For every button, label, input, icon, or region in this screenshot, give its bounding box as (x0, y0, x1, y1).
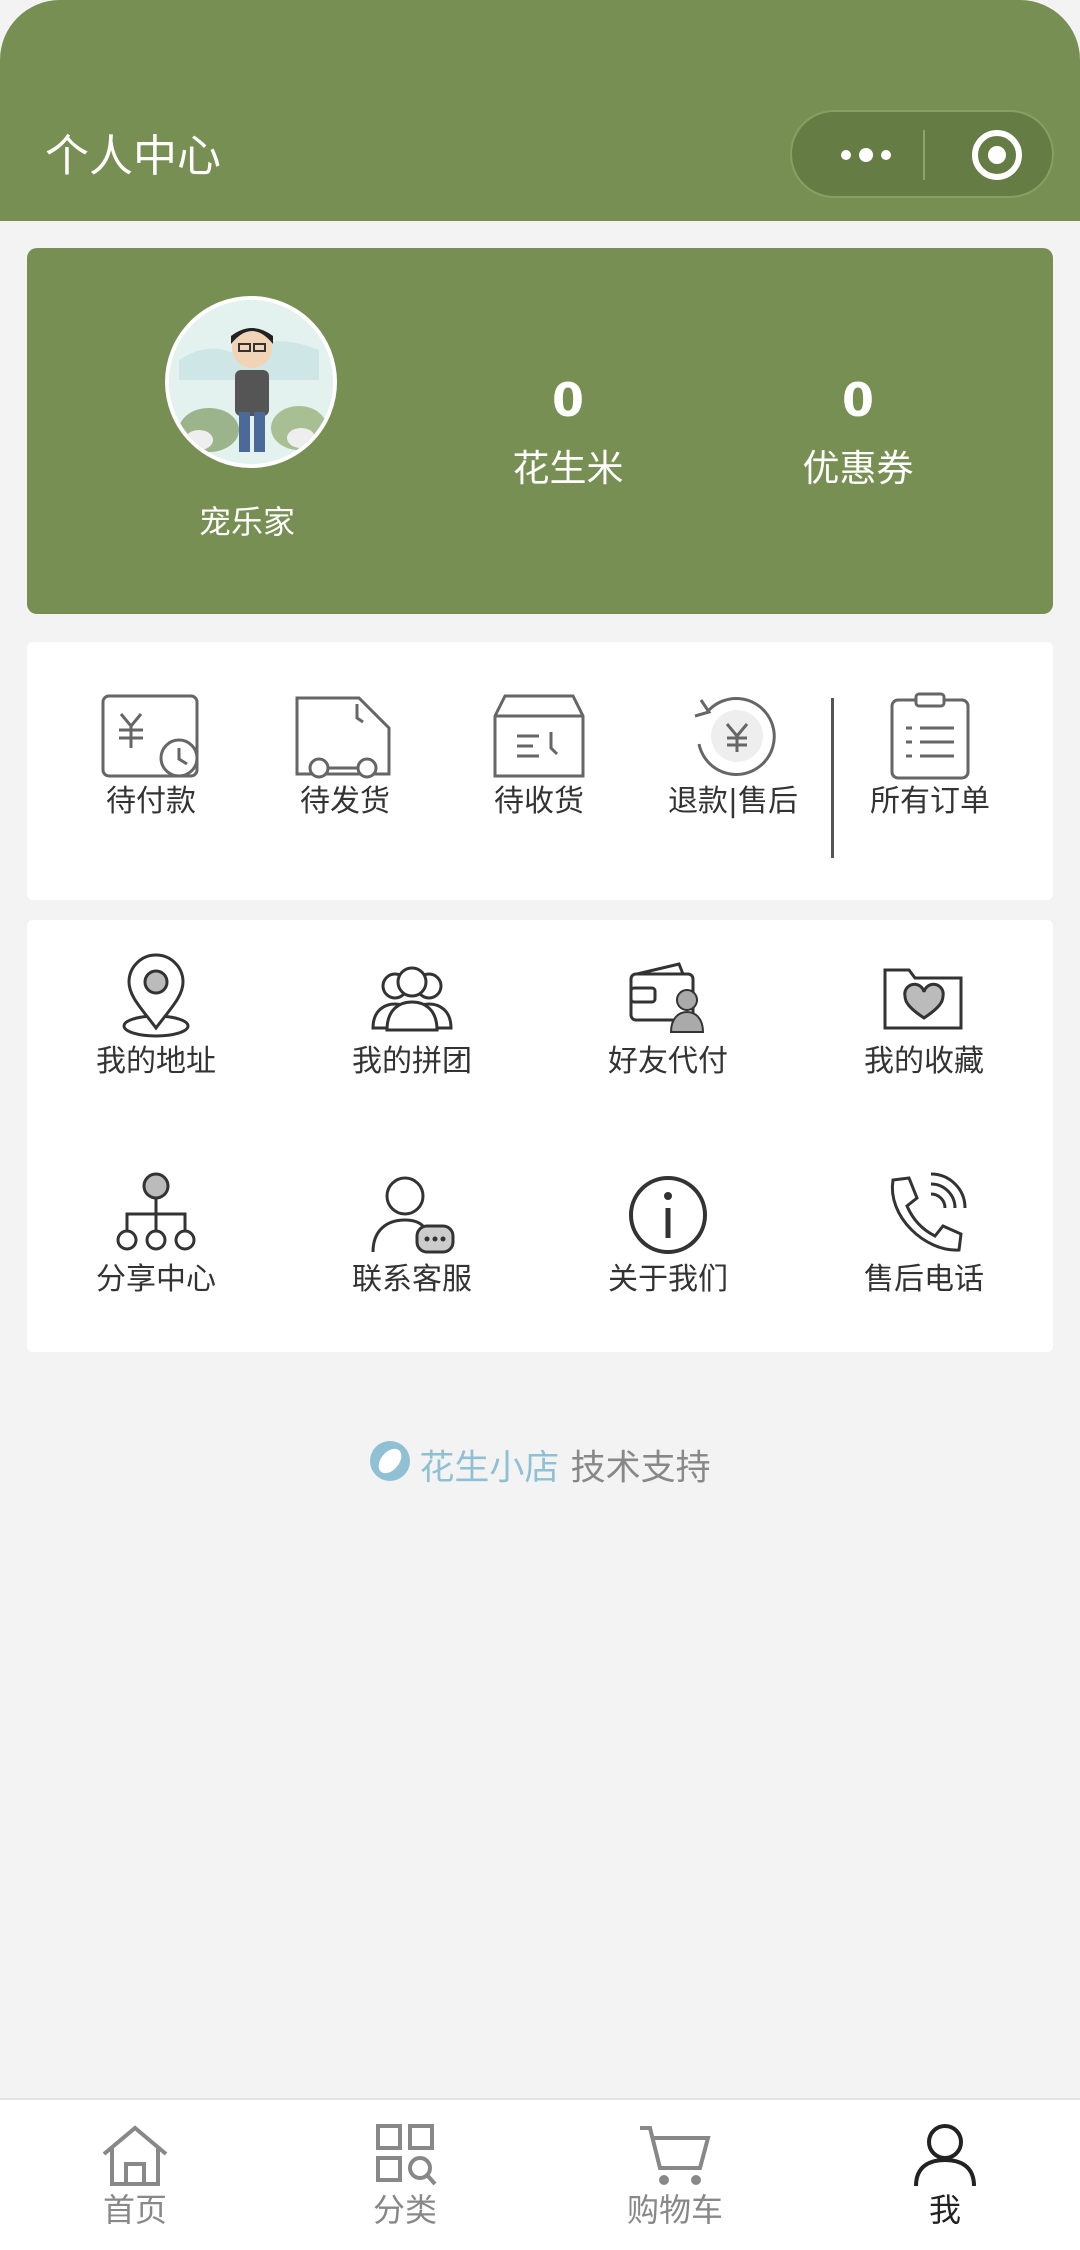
pending-shipment-icon (250, 692, 440, 782)
coupon-label[interactable]: 优惠券 (738, 444, 978, 494)
share-tree-icon (36, 1170, 276, 1260)
tech-support: 花生小店 技术支持 (0, 1440, 1080, 1499)
tab-label: 我 (928, 2191, 961, 2229)
peanut-count: 0 (551, 373, 584, 427)
tab-category[interactable]: 分类 (270, 2122, 540, 2232)
order-label: 待发货 (300, 784, 390, 819)
profile-card: 宠乐家 0 花生米 0 优惠券 (27, 248, 1053, 614)
user-icon (810, 2122, 1080, 2188)
order-label: 所有订单 (870, 784, 990, 819)
orders-divider (831, 698, 834, 858)
page-title: 个人中心 (45, 131, 221, 182)
order-refund[interactable]: 退款|售后 (638, 692, 828, 822)
menu-my-favorites[interactable]: 我的收藏 (804, 952, 1044, 1082)
tab-label: 购物车 (626, 2191, 723, 2229)
refund-icon (638, 692, 828, 782)
username: 宠乐家 (198, 503, 295, 541)
menu-label: 分享中心 (96, 1262, 216, 1297)
order-label: 待付款 (106, 784, 196, 819)
support-brand[interactable]: 花生小店 (419, 1449, 559, 1489)
tab-home[interactable]: 首页 (0, 2122, 270, 2232)
menu-contact-service[interactable]: 联系客服 (292, 1170, 532, 1300)
menu-label: 好友代付 (608, 1044, 728, 1079)
tab-label: 首页 (102, 2191, 167, 2229)
folder-heart-icon (804, 952, 1044, 1042)
menu-label: 我的地址 (96, 1044, 216, 1079)
wallet-user-icon (548, 952, 788, 1042)
tab-me[interactable]: 我 (810, 2122, 1080, 2232)
peanut-logo-icon (369, 1440, 411, 1499)
menu-label: 售后电话 (864, 1262, 984, 1297)
menu-about-us[interactable]: 关于我们 (548, 1170, 788, 1300)
pending-payment-icon (56, 692, 246, 782)
order-pending-shipment[interactable]: 待发货 (250, 692, 440, 822)
customer-service-icon (292, 1170, 532, 1260)
group-icon (292, 952, 532, 1042)
menu-panel: 我的地址 我的拼团 好友代付 我的收藏 分享中心 联系客服 关于我们 售后电话 (27, 920, 1053, 1352)
pending-receipt-icon (444, 692, 634, 782)
tab-bar: 首页 分类 购物车 我 (0, 2098, 1080, 2250)
avatar[interactable] (165, 296, 337, 468)
order-label: 退款|售后 (667, 784, 799, 819)
category-icon (270, 2122, 540, 2188)
menu-label: 关于我们 (608, 1262, 728, 1297)
coupon-count: 0 (841, 373, 874, 427)
phone-icon (804, 1170, 1044, 1260)
orders-panel: 待付款 待发货 待收货 退款|售后 所有订单 (27, 642, 1053, 900)
menu-friend-pay[interactable]: 好友代付 (548, 952, 788, 1082)
close-target-icon[interactable] (970, 128, 1024, 182)
support-text: 技术支持 (559, 1448, 711, 1489)
menu-label: 联系客服 (352, 1262, 472, 1297)
home-icon (0, 2122, 270, 2188)
menu-my-address[interactable]: 我的地址 (36, 952, 276, 1082)
tab-cart[interactable]: 购物车 (540, 2122, 810, 2232)
peanut-label[interactable]: 花生米 (448, 444, 688, 494)
menu-share-center[interactable]: 分享中心 (36, 1170, 276, 1300)
info-icon (548, 1170, 788, 1260)
order-pending-payment[interactable]: 待付款 (56, 692, 246, 822)
menu-after-sales-phone[interactable]: 售后电话 (804, 1170, 1044, 1300)
order-pending-receipt[interactable]: 待收货 (444, 692, 634, 822)
menu-label: 我的收藏 (864, 1044, 984, 1079)
location-icon (36, 952, 276, 1042)
mini-program-capsule (790, 110, 1054, 198)
more-dots-icon[interactable] (836, 141, 896, 169)
order-label: 待收货 (494, 784, 584, 819)
clipboard-icon (835, 692, 1025, 782)
menu-label: 我的拼团 (352, 1044, 472, 1079)
menu-my-group[interactable]: 我的拼团 (292, 952, 532, 1082)
tab-label: 分类 (372, 2191, 437, 2229)
order-all[interactable]: 所有订单 (835, 692, 1025, 822)
capsule-divider (923, 130, 925, 180)
cart-icon (540, 2122, 810, 2188)
